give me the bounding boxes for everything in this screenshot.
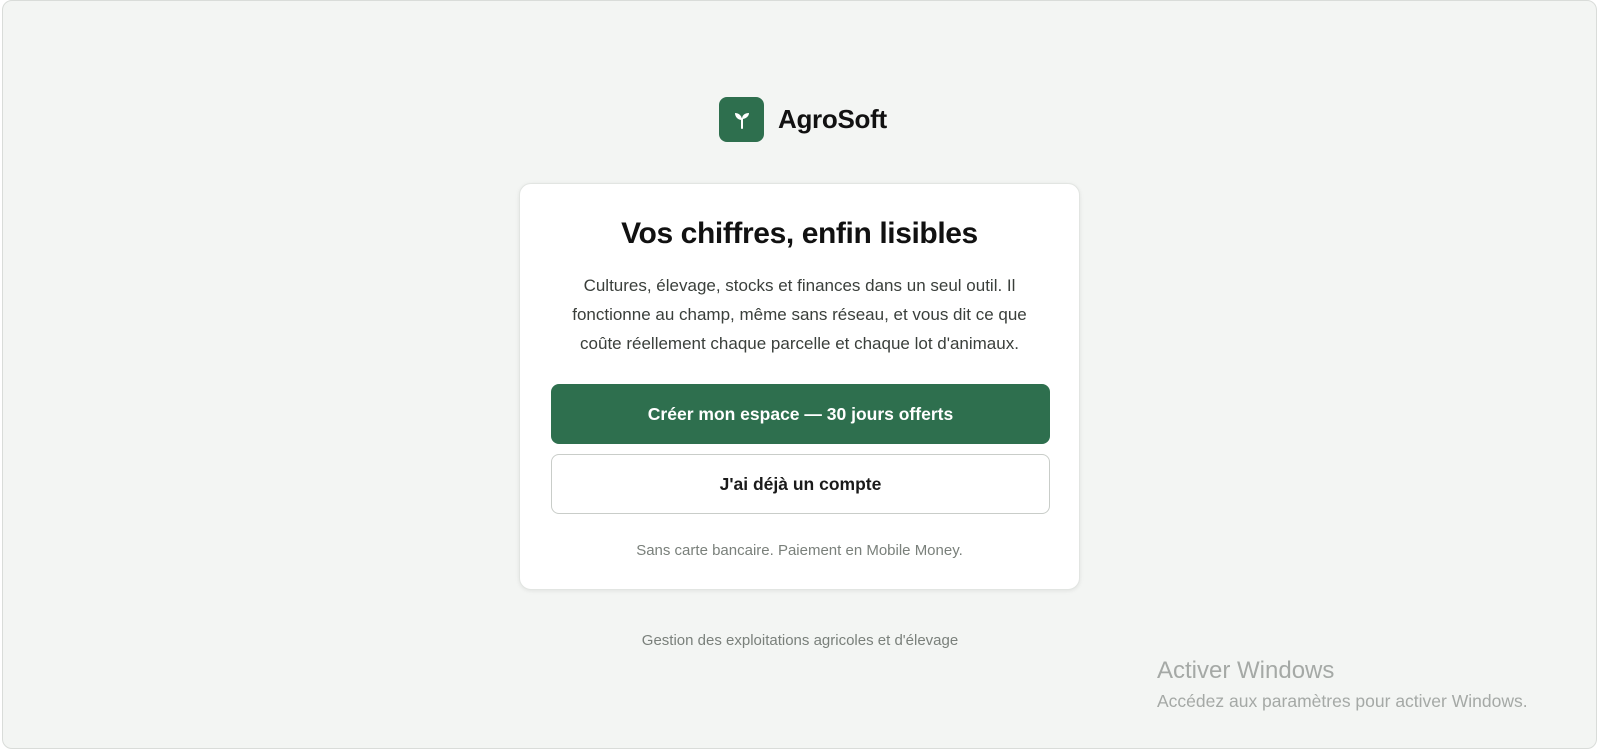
sprout-icon bbox=[734, 112, 749, 129]
brand-header: AgroSoft bbox=[719, 97, 887, 142]
card-title: Vos chiffres, enfin lisibles bbox=[621, 217, 978, 250]
existing-account-button[interactable]: J'ai déjà un compte bbox=[551, 454, 1050, 514]
create-space-button[interactable]: Créer mon espace — 30 jours offerts bbox=[551, 384, 1050, 444]
card-description: Cultures, élevage, stocks et finances da… bbox=[572, 276, 1027, 353]
payment-note: Sans carte bancaire. Paiement en Mobile … bbox=[636, 542, 963, 559]
welcome-card: Vos chiffres, enfin lisibles Cultures, é… bbox=[519, 183, 1080, 590]
windows-activation-title: Activer Windows bbox=[1157, 657, 1335, 684]
windows-activation-subtitle: Accédez aux paramètres pour activer Wind… bbox=[1157, 691, 1528, 711]
brand-logo bbox=[719, 97, 764, 142]
footer-tagline: Gestion des exploitations agricoles et d… bbox=[641, 632, 959, 649]
brand-name: AgroSoft bbox=[778, 104, 887, 134]
